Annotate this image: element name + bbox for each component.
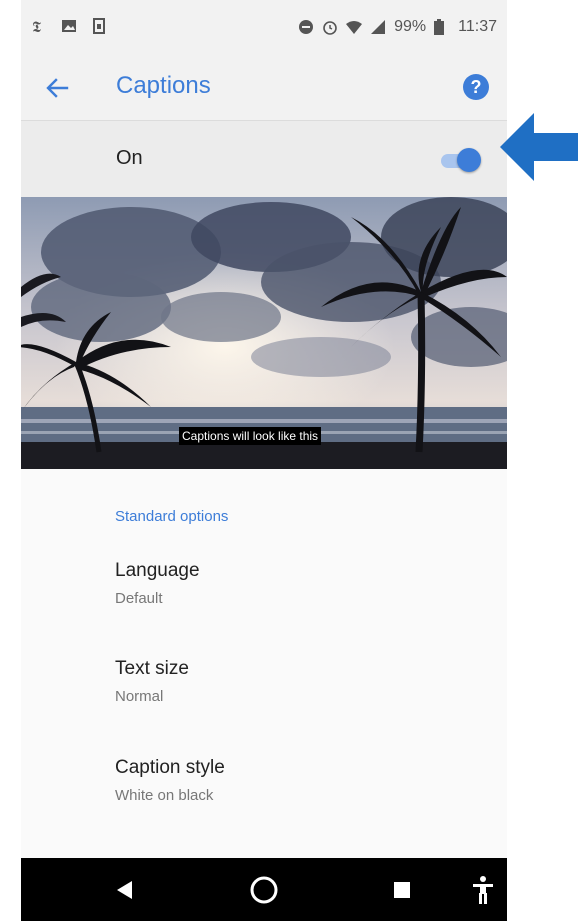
pref-summary: Normal: [115, 688, 164, 705]
captions-toggle[interactable]: [437, 148, 481, 172]
switch-label: On: [116, 147, 143, 169]
app-toolbar: Captions ?: [21, 56, 507, 121]
nav-back-button[interactable]: [116, 880, 134, 905]
system-navigation-bar: [21, 858, 507, 921]
caption-sample-text: Captions will look like this: [179, 427, 322, 445]
text-size-preference[interactable]: Text size Normal: [115, 658, 475, 705]
caption-style-preference[interactable]: Caption style White on black: [115, 757, 475, 804]
language-preference[interactable]: Language Default: [115, 560, 475, 607]
alarm-icon: [322, 19, 338, 35]
status-bar: 𝕿 99% 11:37: [21, 0, 507, 56]
arrow-left-icon: [46, 78, 69, 98]
back-triangle-icon: [117, 881, 132, 899]
accessibility-icon: [473, 876, 493, 904]
pref-title: Language: [115, 560, 200, 581]
home-circle-icon: [250, 876, 278, 904]
pref-summary: White on black: [115, 787, 214, 804]
pref-summary: Default: [115, 590, 163, 607]
page-title: Captions: [116, 72, 211, 99]
help-button[interactable]: ?: [463, 74, 489, 100]
signal-icon: [370, 19, 386, 35]
section-header-standard-options: Standard options: [115, 508, 229, 525]
nyt-icon: 𝕿: [31, 18, 47, 36]
caption-preview-image: Captions will look like this: [21, 197, 507, 469]
battery-icon: [434, 19, 450, 35]
battery-percent: 99%: [394, 18, 427, 35]
pref-title: Text size: [115, 658, 189, 679]
nav-overview-button[interactable]: [393, 881, 411, 904]
toggle-thumb: [457, 148, 481, 172]
overview-square-icon: [394, 882, 410, 898]
help-icon: ?: [470, 76, 482, 97]
wifi-icon: [346, 19, 363, 35]
svg-text:𝕿: 𝕿: [32, 18, 41, 34]
do-not-disturb-icon: [298, 19, 314, 35]
phone-screen: 𝕿 99% 11:37 Captions ? On Captions will …: [21, 0, 507, 921]
clock: 11:37: [458, 18, 497, 35]
sim-card-icon: [91, 18, 107, 34]
back-button[interactable]: [41, 72, 73, 104]
image-icon: [61, 18, 77, 34]
captions-master-switch-row[interactable]: On: [21, 121, 507, 197]
pref-title: Caption style: [115, 757, 225, 778]
annotation-arrow-icon: [500, 113, 578, 181]
nav-home-button[interactable]: [250, 876, 278, 909]
accessibility-button[interactable]: [472, 875, 494, 910]
